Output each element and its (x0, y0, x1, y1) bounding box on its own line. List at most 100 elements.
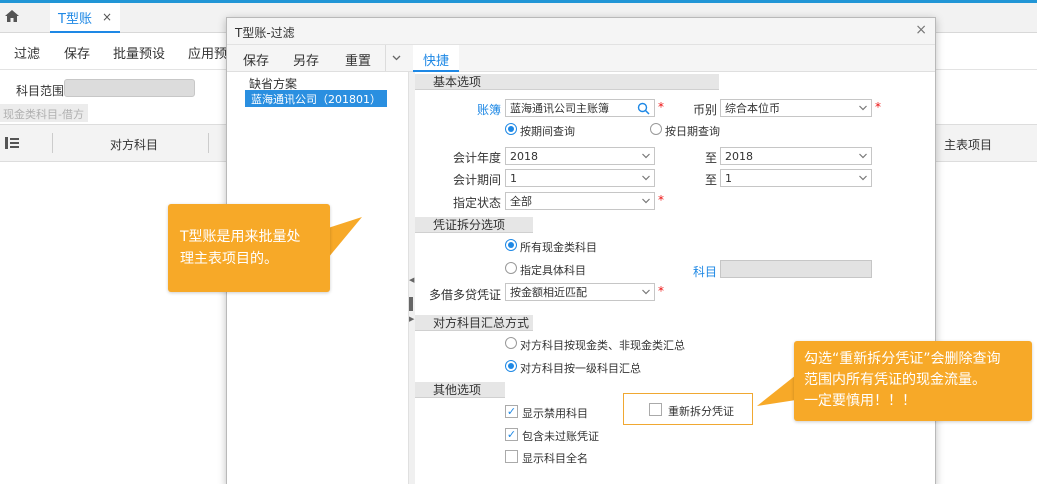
multi-voucher-label: 多借多贷凭证 (428, 288, 501, 302)
callout-right: 勾选“重新拆分凭证”会删除查询 范围内所有凭证的现金流量。 一定要慎用！！！ (794, 341, 1032, 421)
chevron-down-icon (642, 198, 650, 204)
subject-link[interactable]: 科目 (677, 263, 717, 280)
chevron-down-icon (859, 153, 867, 159)
summary-by-cash-radio[interactable] (505, 337, 517, 349)
column-main-item: 主表项目 (944, 138, 993, 152)
to-label: 至 (704, 151, 717, 165)
subject-input[interactable] (720, 260, 872, 278)
multi-voucher-select[interactable]: 按金额相近匹配 (505, 283, 655, 301)
tab-label: T型账 (58, 11, 92, 27)
batch-preset-button[interactable]: 批量预设 (113, 43, 165, 62)
collapse-arrow-icon[interactable]: ◀ (409, 276, 414, 284)
column-list-icon[interactable] (5, 137, 19, 149)
period-from-select[interactable]: 1 (505, 169, 655, 187)
period-to-value: 1 (725, 172, 732, 185)
column-divider (208, 133, 209, 153)
callout-right-line-3: 一定要慎用！！！ (804, 393, 916, 409)
show-fullname-checkbox[interactable] (505, 450, 518, 463)
by-date-label: 按日期查询 (665, 125, 720, 138)
fiscal-year-to-value: 2018 (725, 150, 753, 163)
reset-button[interactable]: 重置 (345, 50, 371, 69)
column-divider (52, 133, 53, 153)
summary-by-level1-radio[interactable] (505, 360, 517, 372)
fiscal-year-label: 会计年度 (452, 151, 501, 165)
multi-voucher-value: 按金额相近匹配 (510, 286, 587, 299)
currency-value: 综合本位币 (725, 102, 780, 115)
status-value: 全部 (510, 195, 532, 208)
all-cash-label: 所有现金类科目 (520, 241, 597, 254)
tab-close-icon[interactable]: × (102, 10, 112, 24)
close-icon[interactable]: × (915, 22, 927, 38)
show-disabled-label: 显示禁用科目 (522, 407, 588, 420)
tab-t-account[interactable]: T型账 × (50, 3, 121, 33)
callout-left-line-2: 理主表项目的。 (180, 251, 278, 267)
show-fullname-label: 显示科目全名 (522, 452, 588, 465)
section-basic: 基本选项 (415, 74, 719, 90)
to-label: 至 (704, 173, 717, 187)
toolbar-divider (385, 45, 386, 71)
ledger-value: 蓝海通讯公司主账簿 (510, 102, 609, 115)
currency-select[interactable]: 综合本位币 (720, 99, 872, 117)
currency-label: 币别 (692, 103, 717, 117)
save-button[interactable]: 保存 (64, 43, 90, 62)
fiscal-year-from-value: 2018 (510, 150, 538, 163)
save-as-button[interactable]: 另存 (293, 50, 319, 69)
required-mark: * (875, 100, 881, 114)
chevron-down-icon (859, 105, 867, 111)
pane-splitter[interactable]: ◀ ▶ (409, 72, 415, 484)
callout-right-line-2: 范围内所有凭证的现金流量。 (804, 372, 986, 388)
section-summary: 对方科目汇总方式 (415, 315, 533, 331)
required-mark: * (658, 193, 664, 207)
status-select[interactable]: 全部 (505, 192, 655, 210)
required-mark: * (658, 100, 664, 114)
resplit-label: 重新拆分凭证 (668, 405, 734, 418)
resplit-checkbox[interactable] (649, 403, 662, 416)
show-disabled-checkbox[interactable]: ✓ (505, 405, 518, 418)
splitter-handle[interactable] (409, 297, 413, 311)
include-unposted-checkbox[interactable]: ✓ (505, 428, 518, 441)
dialog-toolbar: 保存 另存 重置 快捷 (227, 45, 935, 72)
chevron-down-icon (642, 289, 650, 295)
scheme-item[interactable]: 蓝海通讯公司（201801） (245, 90, 387, 107)
ledger-label[interactable]: 账簿 (467, 101, 501, 118)
ledger-input[interactable]: 蓝海通讯公司主账簿 (505, 99, 655, 117)
dialog-save-button[interactable]: 保存 (243, 50, 269, 69)
specific-subject-label: 指定具体科目 (520, 264, 586, 277)
period-from-value: 1 (510, 172, 517, 185)
include-unposted-label: 包含未过账凭证 (522, 430, 599, 443)
section-split: 凭证拆分选项 (415, 217, 533, 233)
callout-left-line-1: T型账是用来批量处 (180, 229, 301, 245)
section-other: 其他选项 (415, 382, 505, 398)
by-period-label: 按期间查询 (520, 125, 575, 138)
summary-by-level1-label: 对方科目按一级科目汇总 (520, 362, 641, 375)
dialog-title: T型账-过滤 (235, 26, 295, 40)
home-icon[interactable] (4, 9, 20, 23)
column-contra-subject: 对方科目 (110, 138, 159, 152)
subject-range-label: 科目范围 (16, 84, 65, 98)
fiscal-year-to-select[interactable]: 2018 (720, 147, 872, 165)
specific-subject-radio[interactable] (505, 262, 517, 274)
cash-subject-label: 现金类科目-借方 (0, 104, 88, 122)
callout-right-line-1: 勾选“重新拆分凭证”会删除查询 (804, 351, 1001, 367)
filter-button[interactable]: 过滤 (14, 43, 40, 62)
summary-by-cash-label: 对方科目按现金类、非现金类汇总 (520, 339, 685, 352)
status-label: 指定状态 (452, 196, 501, 210)
resplit-highlight: 重新拆分凭证 (623, 393, 753, 425)
subject-range-input[interactable] (64, 79, 195, 97)
period-label: 会计期间 (452, 173, 501, 187)
chevron-down-icon (642, 175, 650, 181)
period-to-select[interactable]: 1 (720, 169, 872, 187)
apply-preset-button[interactable]: 应用预 (188, 43, 227, 62)
by-period-radio[interactable] (505, 123, 517, 135)
chevron-down-icon (642, 153, 650, 159)
expand-arrow-icon[interactable]: ▶ (409, 315, 414, 323)
chevron-down-icon[interactable] (392, 53, 401, 62)
all-cash-radio[interactable] (505, 239, 517, 251)
by-date-radio[interactable] (650, 123, 662, 135)
dialog-title-bar: T型账-过滤 × (227, 18, 935, 45)
fiscal-year-from-select[interactable]: 2018 (505, 147, 655, 165)
tab-quick[interactable]: 快捷 (413, 45, 460, 72)
search-icon[interactable] (637, 102, 650, 115)
callout-left: T型账是用来批量处 理主表项目的。 (168, 204, 330, 292)
required-mark: * (658, 284, 664, 298)
